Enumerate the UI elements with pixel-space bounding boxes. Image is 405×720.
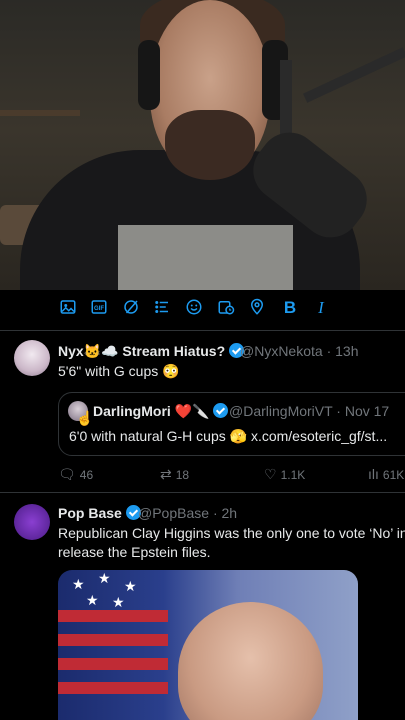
- image-icon[interactable]: [58, 298, 78, 318]
- retweet-button[interactable]: ⇄ 18: [160, 466, 189, 483]
- emoji-icon[interactable]: [184, 298, 204, 318]
- avatar[interactable]: [14, 504, 50, 540]
- timestamp: · 13h: [326, 343, 359, 359]
- views-button[interactable]: ılı 61K: [368, 466, 404, 482]
- flag-star-icon: ★: [98, 570, 111, 586]
- quote-display-name[interactable]: DarlingMori ❤️🔪: [93, 403, 229, 420]
- mic-arm-upper: [303, 47, 405, 103]
- quote-text: 6'0 with natural G-H cups 🫣 x.com/esoter…: [69, 428, 388, 444]
- flag-stripe: [58, 634, 168, 646]
- shirt-print: [118, 225, 293, 290]
- poll-icon[interactable]: [152, 298, 172, 318]
- flag-star-icon: ★: [86, 592, 99, 608]
- flag-star-icon: ★: [72, 576, 85, 592]
- quote-handle: @DarlingMoriVT · Nov 17: [229, 403, 390, 419]
- quote-display-name-text: DarlingMori ❤️🔪: [93, 403, 210, 419]
- location-icon[interactable]: [247, 298, 267, 318]
- reply-count: 46: [79, 468, 94, 482]
- like-count: 1.1K: [280, 468, 306, 482]
- display-name-text: Pop Base: [58, 505, 122, 521]
- svg-text:GIF: GIF: [94, 306, 104, 312]
- display-name[interactable]: Nyx🐱☁️ Stream Hiatus?: [58, 343, 245, 360]
- bold-icon[interactable]: B: [280, 298, 300, 318]
- avatar[interactable]: [14, 340, 50, 376]
- flag-stripe: [58, 682, 168, 694]
- verified-badge-icon: [213, 403, 229, 418]
- display-name[interactable]: Pop Base: [58, 505, 141, 521]
- retweet-icon: ⇄: [160, 466, 172, 482]
- hand-cursor-icon: ☝: [76, 410, 94, 426]
- person-head: [178, 602, 323, 720]
- handle: @NyxNekota: [240, 343, 323, 359]
- grok-icon[interactable]: [121, 298, 141, 318]
- retweet-count: 18: [175, 468, 190, 482]
- italic-icon[interactable]: I: [311, 298, 331, 318]
- handle-time[interactable]: @PopBase · 2h: [138, 505, 237, 521]
- timestamp: · 2h: [212, 505, 238, 521]
- webcam-feed: [0, 0, 405, 290]
- reply-button[interactable]: 🗨 46: [58, 466, 93, 483]
- schedule-icon[interactable]: [216, 298, 236, 318]
- reply-icon: 🗨: [58, 466, 76, 482]
- flag-stripe: [58, 610, 168, 622]
- tweet-photo[interactable]: ★ ★ ★ ★ ★: [58, 570, 358, 720]
- flag-star-icon: ★: [112, 594, 125, 610]
- flag-star-icon: ★: [124, 578, 137, 594]
- display-name-text: Nyx🐱☁️ Stream Hiatus?: [58, 343, 226, 359]
- flag-stripe: [58, 658, 168, 670]
- shelf: [0, 110, 80, 116]
- tweet-text: 5'6" with G cups 😳: [58, 363, 180, 379]
- gif-icon[interactable]: GIF: [89, 298, 109, 318]
- views-icon: ılı: [368, 466, 379, 482]
- tweet-divider: [0, 492, 405, 493]
- handle-time[interactable]: @NyxNekota · 13h: [240, 343, 359, 359]
- like-button[interactable]: ♡ 1.1K: [264, 466, 305, 483]
- streamer-beard: [165, 110, 255, 180]
- heart-icon: ♡: [264, 466, 277, 482]
- tweet-text-line-2: release the Epstein files.: [58, 544, 211, 560]
- compose-toolbar: GIF B I: [0, 290, 405, 331]
- headphone-left: [138, 40, 160, 110]
- quote-tweet[interactable]: DarlingMori ❤️🔪 @DarlingMoriVT · Nov 17 …: [58, 392, 405, 456]
- handle: @PopBase: [138, 505, 210, 521]
- view-count: 61K: [382, 468, 405, 482]
- tweet-text-line-1: Republican Clay Higgins was the only one…: [58, 525, 405, 541]
